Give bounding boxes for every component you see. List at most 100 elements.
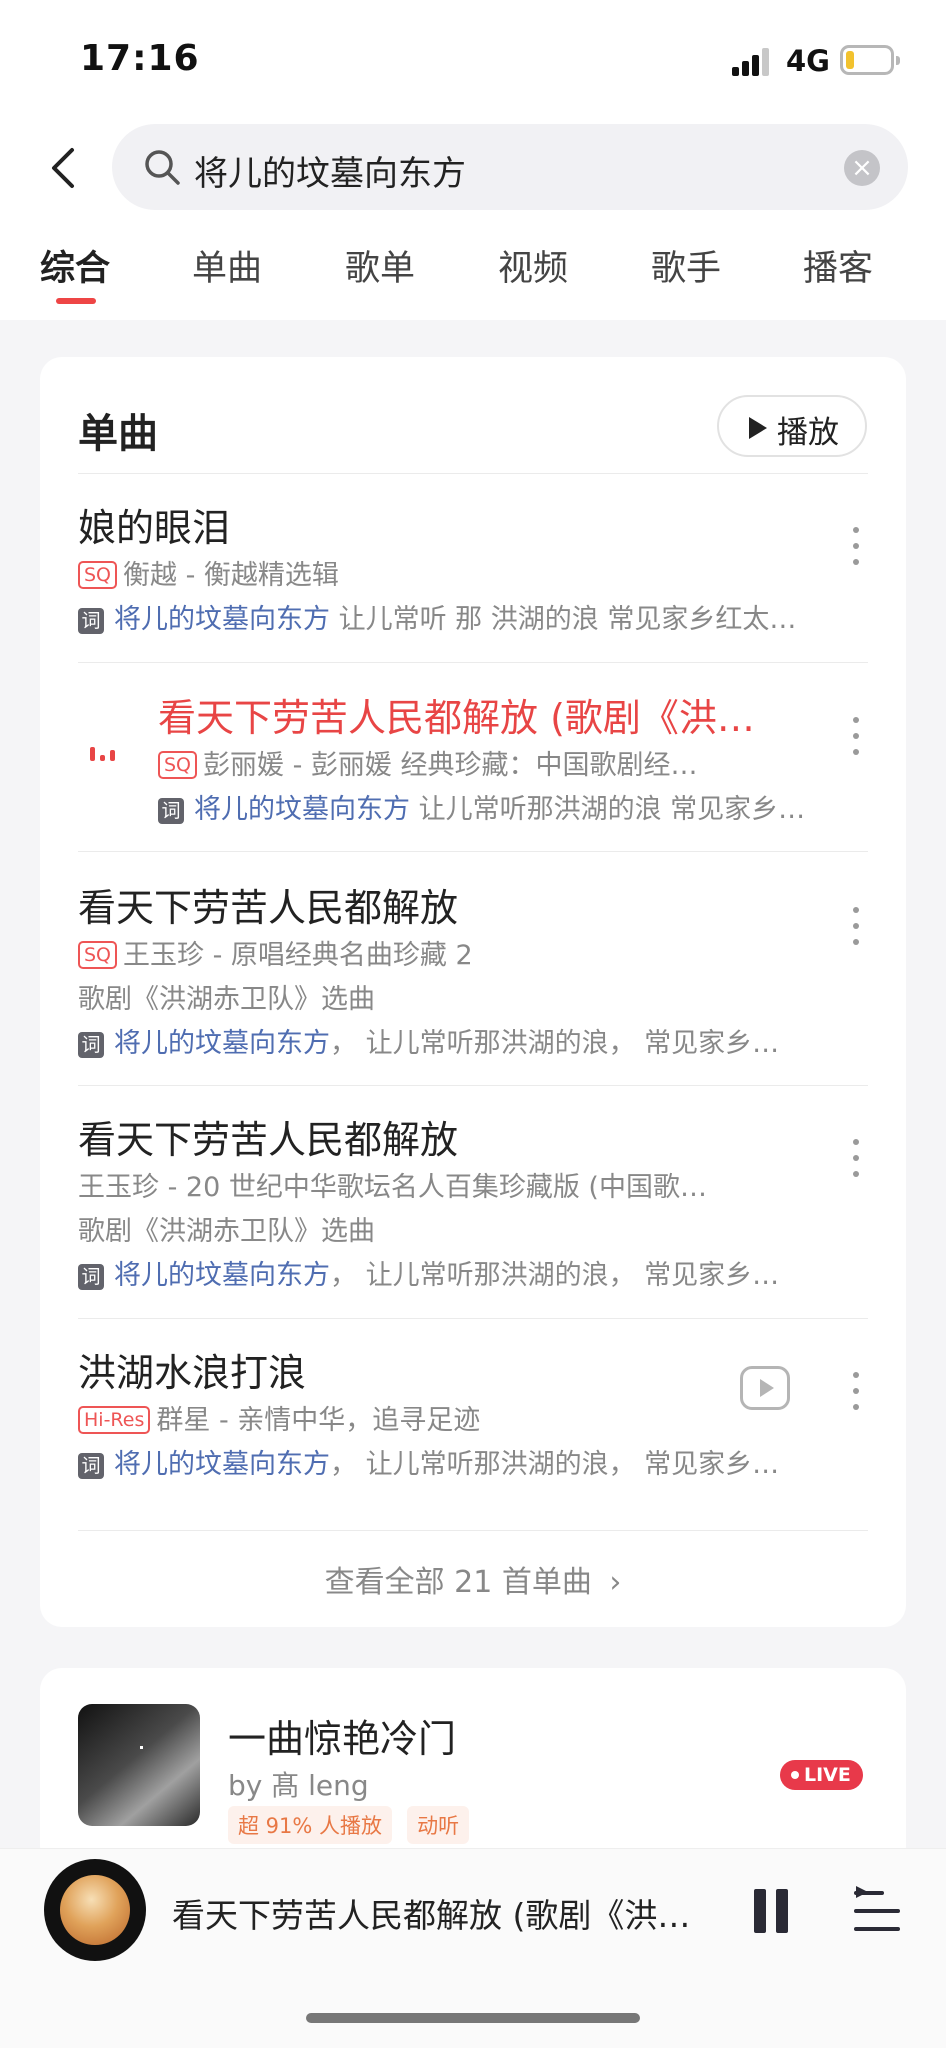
lyric-tag: 词 [78,1032,104,1058]
section-title: 单曲 [78,411,158,457]
now-playing-icon [90,739,120,761]
song-artist-album: 王玉珍 - 原唱经典名曲珍藏 2 [123,940,473,971]
song-title: 看天下劳苦人民都解放 [78,886,459,930]
sq-badge: SQ [78,941,118,969]
song-lyric: 词将儿的坟墓向东方 让儿常听 那 洪湖的浪 常见家乡红太… [78,597,796,636]
lyric-tag: 词 [78,1264,104,1290]
tab-playlists[interactable]: 歌单 [345,240,415,291]
song-artist-album: 衡越 - 衡越精选辑 [123,560,339,591]
sq-badge: SQ [78,561,118,589]
battery-icon [840,45,900,75]
song-lyric: 词将儿的坟墓向东方 让儿常听那洪湖的浪 常见家乡… [158,787,805,826]
divider [78,1530,868,1531]
chevron-left-icon [52,148,74,188]
lyric-keyword: 将儿的坟墓向东方 [114,1449,330,1480]
song-title: 看天下劳苦人民都解放 [78,1118,459,1162]
network-type: 4G [786,44,830,78]
view-all-label: 查看全部 21 首单曲 [324,1565,592,1600]
song-meta: 王玉珍 - 20 世纪中华歌坛名人百集珍藏版 (中国歌… [78,1172,707,1203]
playlist-card[interactable]: 一曲惊艳冷门 by 髙 leng 超 91% 人播放 动听 LIVE [40,1668,906,1868]
song-title: 洪湖水浪打浪 [78,1351,307,1395]
playlist-tag: 动听 [407,1806,470,1844]
lyric-snippet: 让儿常听那洪湖的浪 常见家乡… [410,794,806,825]
sq-badge: SQ [158,751,198,779]
status-bar: 17:16 4G [0,0,946,120]
active-tab-indicator [56,298,96,304]
mv-play-icon[interactable] [740,1366,790,1410]
song-artist-album: 彭丽媛 - 彭丽媛 经典珍藏：中国歌剧经… [203,750,698,781]
tab-podcasts[interactable]: 播客 [803,240,873,291]
divider [78,1085,868,1086]
now-playing-title[interactable]: 看天下劳苦人民都解放 (歌剧《洪湖赤卫队》选曲) [172,1889,712,1937]
more-options-icon[interactable] [852,717,860,757]
play-all-label: 播放 [777,415,839,451]
song-subtitle: 歌剧《洪湖赤卫队》选曲 [78,984,375,1015]
playlist-creator: by 髙 leng [228,1769,369,1802]
more-options-icon[interactable] [852,1139,860,1179]
status-time: 17:16 [80,38,200,79]
pause-button[interactable] [752,1889,790,1933]
play-all-button[interactable]: 播放 [717,395,867,457]
song-row[interactable]: 看天下劳苦人民都解放 SQ 王玉珍 - 原唱经典名曲珍藏 2 歌剧《洪湖赤卫队》选… [40,877,906,1087]
song-meta: SQ 彭丽媛 - 彭丽媛 经典珍藏：中国歌剧经… [158,743,698,782]
divider [78,662,868,663]
clear-icon[interactable]: × [844,150,880,186]
lyric-snippet: 让儿常听 那 洪湖的浪 常见家乡红太… [330,604,797,635]
tab-overview[interactable]: 综合 [40,240,110,291]
lyric-keyword: 将儿的坟墓向东方 [114,1028,330,1059]
play-icon [749,417,767,439]
back-button[interactable] [44,144,84,192]
song-row[interactable]: 洪湖水浪打浪 Hi-Res 群星 - 亲情中华，追寻足迹 词将儿的坟墓向东方， 让… [40,1342,906,1512]
lyric-tag: 词 [78,1453,104,1479]
album-disc[interactable] [44,1859,146,1961]
chevron-right-icon: › [609,1565,622,1600]
tab-artists[interactable]: 歌手 [651,240,721,291]
more-options-icon[interactable] [852,907,860,947]
tab-songs[interactable]: 单曲 [192,240,262,291]
lyric-keyword: 将儿的坟墓向东方 [114,604,330,635]
song-title: 看天下劳苦人民都解放 (歌剧《洪… [158,696,755,740]
playlist-queue-icon[interactable] [854,1886,900,1933]
song-row[interactable]: 娘的眼泪 SQ 衡越 - 衡越精选辑 词将儿的坟墓向东方 让儿常听 那 洪湖的浪 … [40,497,906,661]
lyric-snippet: ， 让儿常听那洪湖的浪， 常见家乡… [330,1028,780,1059]
song-lyric: 词将儿的坟墓向东方， 让儿常听那洪湖的浪， 常见家乡… [78,1021,779,1060]
playlist-tag: 超 91% 人播放 [228,1806,393,1844]
song-row[interactable]: 看天下劳苦人民都解放 王玉珍 - 20 世纪中华歌坛名人百集珍藏版 (中国歌… … [40,1109,906,1319]
song-meta: Hi-Res 群星 - 亲情中华，追寻足迹 [78,1398,480,1437]
lyric-snippet: ， 让儿常听那洪湖的浪， 常见家乡… [330,1449,780,1480]
playlist-tags: 超 91% 人播放 动听 [228,1806,479,1844]
divider [78,851,868,852]
search-icon [145,150,180,185]
tab-videos[interactable]: 视频 [498,240,568,291]
song-subtitle: 歌剧《洪湖赤卫队》选曲 [78,1216,375,1247]
song-artist-album: 群星 - 亲情中华，追寻足迹 [156,1405,481,1436]
signal-icon [732,48,772,76]
pause-icon [754,1889,766,1933]
songs-card: 单曲 播放 娘的眼泪 SQ 衡越 - 衡越精选辑 词将儿的坟墓向东方 让儿常听 那… [40,357,906,1627]
song-title: 娘的眼泪 [78,506,231,550]
mini-player[interactable]: 看天下劳苦人民都解放 (歌剧《洪湖赤卫队》选曲) [0,1848,946,2048]
tab-bar: 综合 单曲 歌单 视频 歌手 播客 [0,240,946,312]
home-indicator [306,2013,640,2023]
search-query[interactable]: 将儿的坟墓向东方 [194,146,466,195]
song-lyric: 词将儿的坟墓向东方， 让儿常听那洪湖的浪， 常见家乡… [78,1253,779,1292]
view-all-songs-link[interactable]: 查看全部 21 首单曲 › [40,1557,906,1601]
search-input[interactable]: 将儿的坟墓向东方 × [112,124,908,210]
song-lyric: 词将儿的坟墓向东方， 让儿常听那洪湖的浪， 常见家乡… [78,1442,779,1481]
lyric-snippet: ， 让儿常听那洪湖的浪， 常见家乡… [330,1260,780,1291]
more-options-icon[interactable] [852,1372,860,1412]
hires-badge: Hi-Res [78,1406,151,1434]
divider [78,1318,868,1319]
lyric-keyword: 将儿的坟墓向东方 [194,794,410,825]
song-meta: SQ 王玉珍 - 原唱经典名曲珍藏 2 [78,933,473,972]
song-meta: SQ 衡越 - 衡越精选辑 [78,553,339,592]
lyric-tag: 词 [158,798,184,824]
divider [78,473,868,474]
lyric-tag: 词 [78,608,104,634]
more-options-icon[interactable] [852,527,860,567]
lyric-keyword: 将儿的坟墓向东方 [114,1260,330,1291]
playlist-title: 一曲惊艳冷门 [228,1717,457,1761]
playlist-cover [78,1704,200,1826]
song-row-playing[interactable]: 看天下劳苦人民都解放 (歌剧《洪… SQ 彭丽媛 - 彭丽媛 经典珍藏：中国歌剧经… [40,687,906,847]
live-badge: LIVE [780,1760,863,1790]
